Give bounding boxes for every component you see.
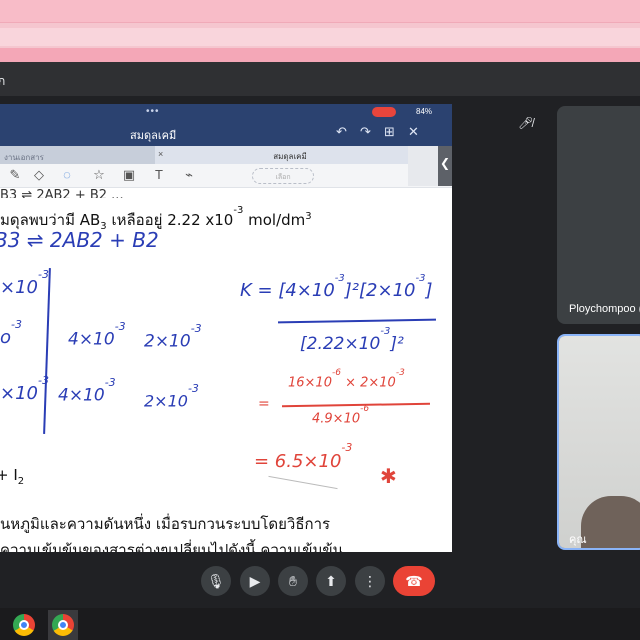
mic-icon: 🎙︎ (207, 573, 225, 589)
ink-equation: B3 ⇌ 2AB2 + B2 (0, 228, 159, 252)
ink-mid-2: 4×10-3 (58, 376, 116, 406)
camera-button[interactable]: ▶︎ (240, 566, 270, 596)
os-taskbar (0, 608, 640, 640)
add-page-icon[interactable]: ⊞ (384, 124, 395, 140)
ink-result: = 6.5×10-3 (254, 441, 353, 472)
selection-pill[interactable]: เลือก (252, 168, 314, 184)
browser-toolbar (0, 22, 640, 48)
pen-icon[interactable]: ✎ (6, 167, 24, 185)
participant-tile-ploychompoo[interactable]: Ploychompoo ( (557, 106, 640, 324)
ink-calc-denominator: 4.9×10-6 (312, 404, 370, 427)
ink-K-denominator: [2.22×10-3]² (300, 326, 404, 354)
ink-star-mark: ✱ (380, 464, 397, 488)
tab-documents[interactable]: งานเอกสาร (0, 146, 155, 164)
present-button[interactable]: ⬆︎ (316, 566, 346, 596)
tab-chemistry[interactable]: สมดุลเคมี (170, 146, 410, 164)
address-bar[interactable] (0, 28, 640, 46)
shapes-icon[interactable]: ☆ (90, 167, 108, 185)
browser-tab-strip (0, 0, 640, 22)
camera-icon: ▶︎ (249, 573, 261, 589)
notes-app-titlebar: สมดุลเคมี ↶ ↷ ⊞ ✕ (0, 120, 452, 146)
eraser-icon[interactable]: ◇ (30, 167, 48, 185)
side-panel: ❮ (408, 146, 452, 186)
raise-hand-button[interactable]: ✋︎ (278, 566, 308, 596)
participant-tile-self[interactable]: คุณ (557, 334, 640, 550)
more-options-button[interactable]: ⋮ (355, 566, 385, 596)
document-tabs: งานเอกสาร × สมดุลเคมี (0, 146, 452, 164)
document-title[interactable]: สมดุลเคมี (130, 126, 176, 144)
laser-icon[interactable]: ⌁ (180, 167, 198, 185)
participant-name: Ploychompoo ( (569, 303, 640, 315)
ink-K-numerator: K = [4×10-3]²[2×10-3] (240, 273, 433, 301)
close-tab-icon[interactable]: × (158, 149, 163, 159)
mic-off-icon: 🎤︎̸ (518, 116, 534, 130)
ink-mid-1: 4×10-3 (68, 320, 126, 350)
present-icon: ⬆︎ (325, 573, 337, 589)
tablet-status-bar: ••• 84% (0, 104, 452, 120)
more-options-icon: ⋮ (363, 573, 377, 589)
drawing-toolbar: ✎ ◇ ◌ ☆ ▣ T ⌁ เลือก (0, 164, 452, 188)
ink-conc-2: o-3 (0, 318, 22, 348)
ink-fraction-bar (277, 318, 437, 324)
battery-level: 84% (416, 107, 433, 116)
end-call-icon: ☎︎ (405, 573, 423, 589)
typed-line-bottom-1: นหภูมิและความดันหนึ่ง เมื่อรบกวนระบบโดยว… (0, 515, 331, 533)
ink-calc-numerator: 16×10-6 × 2×10-3 (288, 368, 405, 391)
multitask-dots: ••• (146, 106, 160, 117)
ink-calc-bar (281, 402, 431, 408)
raise-hand-icon: ✋︎ (289, 573, 297, 589)
lasso-icon[interactable]: ◌ (58, 167, 76, 185)
chrome-active-taskbar-icon[interactable] (52, 614, 74, 636)
side-panel-handle[interactable]: ❮ (438, 146, 452, 186)
self-video-person (581, 496, 640, 548)
ink-right-2: 2×10-3 (144, 382, 199, 411)
ink-conc-3: ×10-3 (0, 374, 49, 404)
typed-line-top: B3 ⇌ 2AB2 + B2 ... (0, 188, 124, 198)
undo-icon[interactable]: ↶ (336, 124, 347, 140)
recording-indicator (372, 107, 396, 117)
meet-header: ก (0, 62, 640, 96)
chrome-taskbar-icon[interactable] (13, 614, 35, 636)
ink-stroke (268, 475, 338, 490)
ink-conc-1: ×10-3 (0, 268, 49, 298)
text-icon[interactable]: T (150, 167, 168, 185)
redo-icon[interactable]: ↷ (360, 124, 371, 140)
typed-line-bottom-2: ความเข้มข้นของสารต่างๆเปลี่ยนไปดังนี้ คว… (0, 541, 343, 552)
end-call-button[interactable]: ☎︎ (393, 566, 435, 596)
ink-right-1: 2×10-3 (144, 322, 202, 352)
ink-equals: = (258, 396, 270, 412)
image-icon[interactable]: ▣ (120, 167, 138, 185)
participant-name-self: คุณ (569, 534, 587, 546)
shared-screen: ••• 84% สมดุลเคมี ↶ ↷ ⊞ ✕ งานเอกสาร × สม… (0, 104, 452, 552)
meeting-title: ก (0, 74, 6, 88)
mic-button[interactable]: 🎙︎ (201, 566, 231, 596)
close-icon[interactable]: ✕ (408, 124, 419, 140)
bookmarks-bar (0, 48, 640, 62)
typed-i2: + I2 (0, 466, 25, 487)
